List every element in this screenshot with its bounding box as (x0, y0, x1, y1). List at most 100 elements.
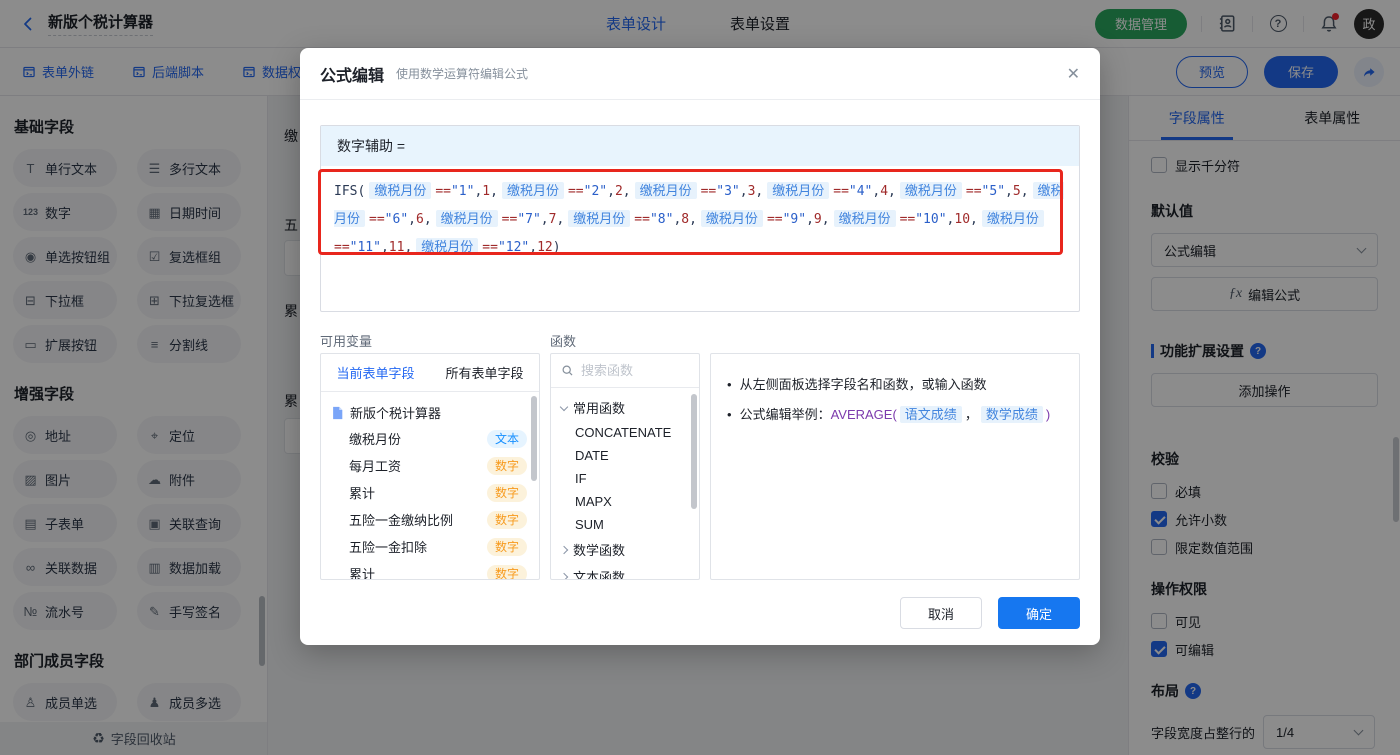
function-search-input[interactable] (581, 363, 689, 378)
tips-column: • 从左侧面板选择字段名和函数，或输入函数 • 公式编辑举例：AVERAGE(语… (710, 331, 1080, 580)
close-icon[interactable]: ✕ (1067, 64, 1080, 84)
dialog-body: 数字辅助 = IFS(缴税月份 =="1",1, 缴税月份 =="2",2, 缴税月份 =… (300, 100, 1100, 580)
formula-token: , (806, 212, 814, 227)
formula-token: 5 (1012, 184, 1021, 199)
functions-panel: 常用函数 CONCATENATE DATE (550, 353, 700, 580)
formula-token: 4 (880, 184, 889, 199)
formula-token: ) (552, 240, 561, 255)
helper-panels: 可用变量 当前表单字段 所有表单字段 新版个税计算器 缴税月份 文本 每月工资 … (320, 331, 1080, 580)
formula-token: "9" (782, 212, 807, 227)
formula-token: 缴税月份 (568, 210, 631, 227)
function-group-row[interactable]: 常用函数 (551, 394, 699, 421)
formula-token: == (334, 240, 350, 255)
formula-token: "1" (450, 184, 475, 199)
formula-token: , (888, 184, 896, 199)
formula-token: , (689, 212, 697, 227)
formula-token: , (529, 240, 538, 255)
function-group: 文本函数 (551, 563, 699, 579)
variables-label: 可用变量 (320, 334, 373, 349)
formula-token: 缴税月份 (767, 182, 830, 199)
formula-token: 缴税月份 (435, 210, 498, 227)
dialog-title: 公式编辑 (320, 67, 385, 85)
formula-token: 缴税月份 (700, 210, 763, 227)
example-field-chip: 数学成绩 (980, 406, 1043, 423)
formula-token: "5" (981, 184, 1006, 199)
variables-tab[interactable]: 当前表单字段 (321, 354, 430, 391)
function-item[interactable]: CONCATENATE (551, 421, 699, 444)
formula-token: , (821, 212, 830, 227)
variables-panel: 当前表单字段 所有表单字段 新版个税计算器 缴税月份 文本 每月工资 数字 累计… (320, 353, 540, 580)
variables-tab[interactable]: 所有表单字段 (430, 354, 539, 391)
functions-label: 函数 (550, 334, 577, 349)
field-type-badge: 数字 (486, 537, 527, 556)
tip-line: • 从左侧面板选择字段名和函数，或输入函数 (727, 377, 987, 392)
field-type-badge: 数字 (486, 456, 527, 475)
function-item[interactable]: DATE (551, 444, 699, 467)
formula-token: == (700, 184, 717, 199)
formula-token: , (423, 212, 432, 227)
formula-token: "11" (349, 240, 381, 255)
field-type-badge: 文本 (486, 429, 527, 448)
formula-token: == (899, 212, 916, 227)
variable-field-row[interactable]: 五险一金缴纳比例 数字 (321, 506, 539, 533)
dialog-header: 公式编辑 使用数学运算符编辑公式 ✕ (300, 48, 1100, 100)
formula-token: , (490, 184, 498, 199)
formula-editor[interactable]: IFS(缴税月份 =="1",1, 缴税月份 =="2",2, 缴税月份 =="3",3,… (321, 166, 1079, 311)
variable-field-row[interactable]: 五险一金扣除 数字 (321, 533, 539, 560)
app-root: 新版个税计算器 表单设计 表单设置 数据管理 ? 政 表单外链 后端脚本 数据权… (0, 0, 1400, 755)
formula-token: , (970, 212, 978, 227)
formula-token: "2" (583, 184, 608, 199)
function-group: 数学函数 (551, 536, 699, 563)
formula-token: == (435, 184, 451, 199)
formula-token: , (1005, 184, 1013, 199)
example-function: AVERAGE( (830, 407, 897, 422)
formula-token: , (607, 184, 615, 199)
formula-token: 缴税月份 (416, 238, 479, 255)
formula-token: == (482, 240, 498, 255)
cancel-button[interactable]: 取消 (900, 597, 982, 629)
functions-scrollbar[interactable] (691, 394, 697, 509)
function-group-row[interactable]: 数学函数 (551, 536, 699, 563)
formula-token: , (622, 184, 631, 199)
variable-field-row[interactable]: 缴税月份 文本 (321, 425, 539, 452)
formula-token: "3" (716, 184, 740, 199)
chevron-icon (559, 402, 569, 411)
formula-token: 缴税月份 (833, 210, 896, 227)
formula-token: == (965, 184, 982, 199)
field-type-badge: 数字 (486, 483, 527, 502)
formula-token: 6 (415, 212, 424, 227)
formula-token: , (540, 212, 549, 227)
function-item[interactable]: IF (551, 467, 699, 490)
formula-token: "7" (517, 212, 541, 227)
formula-token: 缴税月份 (501, 182, 564, 199)
formula-token: IFS( (334, 184, 366, 199)
function-search (551, 354, 699, 388)
example-field-chip: 语文成绩 (899, 406, 962, 423)
confirm-button[interactable]: 确定 (998, 597, 1080, 629)
formula-token: , (408, 212, 416, 227)
formula-token: "6" (384, 212, 409, 227)
tips-panel: • 从左侧面板选择字段名和函数，或输入函数 • 公式编辑举例：AVERAGE(语… (710, 353, 1080, 580)
formula-token: == (833, 184, 849, 199)
formula-token: "4" (848, 184, 873, 199)
chevron-icon (559, 545, 569, 554)
variable-field-name: 缴税月份 (349, 432, 402, 447)
function-item[interactable]: MAPX (551, 490, 699, 513)
formula-token: 缴税月份 (634, 182, 697, 199)
formula-token: 缴税月份 (369, 182, 432, 199)
variable-field-name: 五险一金扣除 (349, 540, 428, 555)
function-group-row[interactable]: 文本函数 (551, 563, 699, 579)
variable-field-name: 累计 (349, 567, 376, 580)
variable-field-name: 累计 (349, 486, 376, 501)
formula-token: == (567, 184, 584, 199)
field-type-badge: 数字 (486, 510, 527, 529)
form-root-node[interactable]: 新版个税计算器 (321, 400, 539, 425)
formula-token: 缴税月份 (899, 182, 962, 199)
formula-box: 数字辅助 = IFS(缴税月份 =="1",1, 缴税月份 =="2",2, 缴税月份 =… (318, 125, 1080, 312)
variables-scrollbar[interactable] (531, 396, 537, 481)
variable-field-row[interactable]: 每月工资 数字 (321, 452, 539, 479)
function-group: 常用函数 CONCATENATE DATE IF MAPX SUM (551, 394, 699, 536)
variable-field-row[interactable]: 累计 数字 (321, 479, 539, 506)
function-item[interactable]: SUM (551, 513, 699, 536)
variable-field-row[interactable]: 累计 数字 (321, 560, 539, 580)
